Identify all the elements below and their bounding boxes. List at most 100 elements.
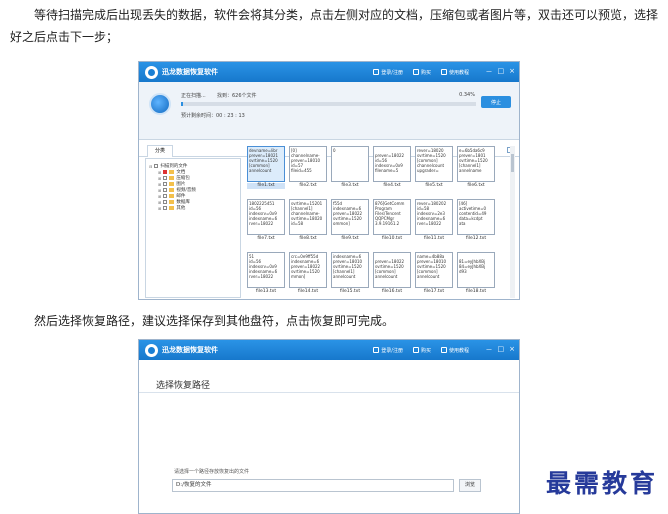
login-menu-2[interactable]: 登录/注册 [373, 347, 403, 354]
file-card[interactable]: [0] channelname- prever=18010 id=57 file… [289, 146, 327, 189]
file-card[interactable]: f55d indexname=6 prever=18022 svrtime=15… [331, 199, 369, 242]
file-card[interactable]: svrtime=15201 [channel1] channelname- sv… [289, 199, 327, 242]
file-preview: 876]GetComm Program Files\Tencent QQPCMg… [373, 199, 411, 235]
buy-menu[interactable]: 购买 [412, 69, 431, 76]
close-button-2[interactable]: × [509, 345, 515, 355]
file-card[interactable]: crc=0e9ff55d indexname=6 prever=18022 sv… [289, 252, 327, 295]
maximize-button-2[interactable]: □ [498, 345, 505, 355]
file-grid-scrollbar[interactable] [510, 146, 515, 298]
file-name: file17.txt [423, 289, 445, 294]
tree-item[interactable]: ⊞ 其他 [158, 205, 185, 212]
file-name: file18.txt [465, 289, 487, 294]
file-name: file5.txt [425, 183, 443, 188]
scan-percent: 0.34% [459, 92, 475, 98]
file-name: file6.txt [467, 183, 485, 188]
file-card[interactable]: 0 file3.txt [331, 146, 369, 189]
file-preview: devname=libr prever=18021 svrtime=1520 [… [247, 146, 285, 182]
file-card[interactable]: 876]GetComm Program Files\Tencent QQPCMg… [373, 199, 411, 242]
checkbox[interactable] [163, 188, 168, 192]
scan-status: 正在扫描... [181, 93, 206, 99]
buy-label: 购买 [420, 347, 431, 354]
stop-button[interactable]: 停止 [481, 96, 511, 108]
file-card[interactable]: devname=libr prever=18021 svrtime=1520 [… [247, 146, 285, 189]
checkbox[interactable] [154, 164, 159, 168]
folder-icon [169, 182, 175, 186]
checkbox[interactable] [163, 176, 168, 180]
file-preview: [46] activetime=0 contentid=49 data=kcdp… [457, 199, 495, 235]
file-preview: 0 [331, 146, 369, 182]
file-grid: devname=libr prever=18021 svrtime=1520 [… [247, 146, 509, 298]
minimize-button[interactable]: － [486, 67, 493, 77]
checkbox[interactable] [163, 200, 168, 204]
file-card[interactable]: rever=18020 svrtime=1520 [common] channe… [415, 146, 453, 189]
watermark-text: 最需教育 [546, 469, 659, 498]
minimize-button-2[interactable]: － [486, 345, 493, 355]
scan-results-window: 迅龙数据恢复软件 登录/注册 购买 使用教程 － □ × 正在扫描... 找到：… [138, 61, 520, 300]
expand-icon[interactable]: ⊞ [158, 200, 161, 205]
expand-icon[interactable]: ⊞ [158, 182, 161, 187]
title-bar-2: 迅龙数据恢复软件 登录/注册 购买 使用教程 － □ × [139, 340, 519, 360]
file-name: file1.txt [247, 183, 285, 189]
file-name: file16.txt [381, 289, 403, 294]
file-preview: rever=180202 id=58 indexsrv=2e3 indexnam… [415, 199, 453, 235]
file-name: file9.txt [341, 236, 359, 241]
buy-menu-2[interactable]: 购买 [412, 347, 431, 354]
app-logo-icon [145, 343, 158, 357]
folder-icon [169, 176, 175, 180]
login-icon [373, 347, 380, 353]
scan-panel: 正在扫描... 找到：626个文件 0.34% 预计剩余时间：00 : 23 :… [139, 82, 519, 140]
close-button[interactable]: × [509, 67, 515, 77]
file-preview: crc=0e9ff55d indexname=6 prever=18022 sv… [289, 252, 327, 288]
expand-icon[interactable]: ⊞ [158, 206, 161, 211]
file-card[interactable]: prever=18022 id=56 indexsrv=0x9 filename… [373, 146, 411, 189]
expand-icon[interactable]: ⊞ [158, 170, 161, 175]
tutorial-menu[interactable]: 使用教程 [440, 69, 469, 76]
path-label: 请选择一个路径存放恢复出的文件 [174, 469, 250, 475]
folder-icon [169, 200, 175, 204]
tutorial-label: 使用教程 [448, 347, 469, 354]
file-card[interactable]: name=4b88a prever=18010 svrtime=1520 [co… [415, 252, 453, 295]
login-menu[interactable]: 登录/注册 [373, 69, 403, 76]
checkbox[interactable] [163, 194, 168, 198]
file-card[interactable]: 51 id=56 indexsrv=0x9 indexname=6 rver=1… [247, 252, 285, 295]
expand-icon[interactable]: ⊞ [158, 188, 161, 193]
file-card[interactable]: prever=18022 svrtime=1520 [common] annel… [373, 252, 411, 295]
help-icon [440, 69, 447, 75]
browse-button[interactable]: 浏览 [459, 479, 481, 492]
scan-progress-bar [181, 102, 476, 106]
file-preview: e=6b5da6c9 prever=1801 svrtime=1520 [cha… [457, 146, 495, 182]
file-name: file4.txt [383, 183, 401, 188]
folder-icon [169, 170, 175, 174]
file-preview: [0] channelname- prever=18010 id=57 file… [289, 146, 327, 182]
scanning-disk-icon [149, 93, 171, 115]
remaining-time: 预计剩余时间：00 : 23 : 13 [181, 113, 245, 119]
expand-icon[interactable]: ⊞ [158, 176, 161, 181]
checkbox[interactable] [163, 206, 168, 210]
file-preview: name=4b88a prever=18010 svrtime=1520 [co… [415, 252, 453, 288]
tab-category[interactable]: 分类 [147, 145, 173, 157]
file-name: file12.txt [465, 236, 487, 241]
folder-icon [169, 206, 175, 210]
checkbox[interactable] [163, 170, 168, 174]
recovery-path-input[interactable]: D:/恢复的文件 [172, 479, 454, 492]
files-found-count: 找到：626个文件 [217, 93, 257, 99]
file-name: file15.txt [339, 289, 361, 294]
file-card[interactable]: [46] activetime=0 contentid=49 data=kcdp… [457, 199, 495, 242]
file-preview: indexname=6 prever=18010 svrtime=1520 [c… [331, 252, 369, 288]
checkbox[interactable] [163, 182, 168, 186]
file-card[interactable]: 81=eyJhbXBj 84=eyJhbXBj d93 file18.txt [457, 252, 495, 295]
expand-icon[interactable]: ⊞ [158, 194, 161, 199]
file-card[interactable]: rever=180202 id=58 indexsrv=2e3 indexnam… [415, 199, 453, 242]
tutorial-label: 使用教程 [448, 69, 469, 76]
login-label: 登录/注册 [381, 347, 403, 354]
tutorial-menu-2[interactable]: 使用教程 [440, 347, 469, 354]
collapse-icon[interactable]: ⊟ [149, 164, 152, 169]
instruction-paragraph-2: 然后选择恢复路径，建议选择保存到其他盘符，点击恢复即可完成。 [34, 314, 395, 328]
title-bar: 迅龙数据恢复软件 登录/注册 购买 使用教程 － □ × [139, 62, 519, 82]
maximize-button[interactable]: □ [498, 67, 505, 77]
file-card[interactable]: e=6b5da6c9 prever=1801 svrtime=1520 [cha… [457, 146, 495, 189]
divider [139, 392, 519, 393]
file-preview: prever=18022 svrtime=1520 [common] annel… [373, 252, 411, 288]
file-card[interactable]: indexname=6 prever=18010 svrtime=1520 [c… [331, 252, 369, 295]
file-card[interactable]: 1802225451 id=56 indexsrv=0x9 indexname=… [247, 199, 285, 242]
